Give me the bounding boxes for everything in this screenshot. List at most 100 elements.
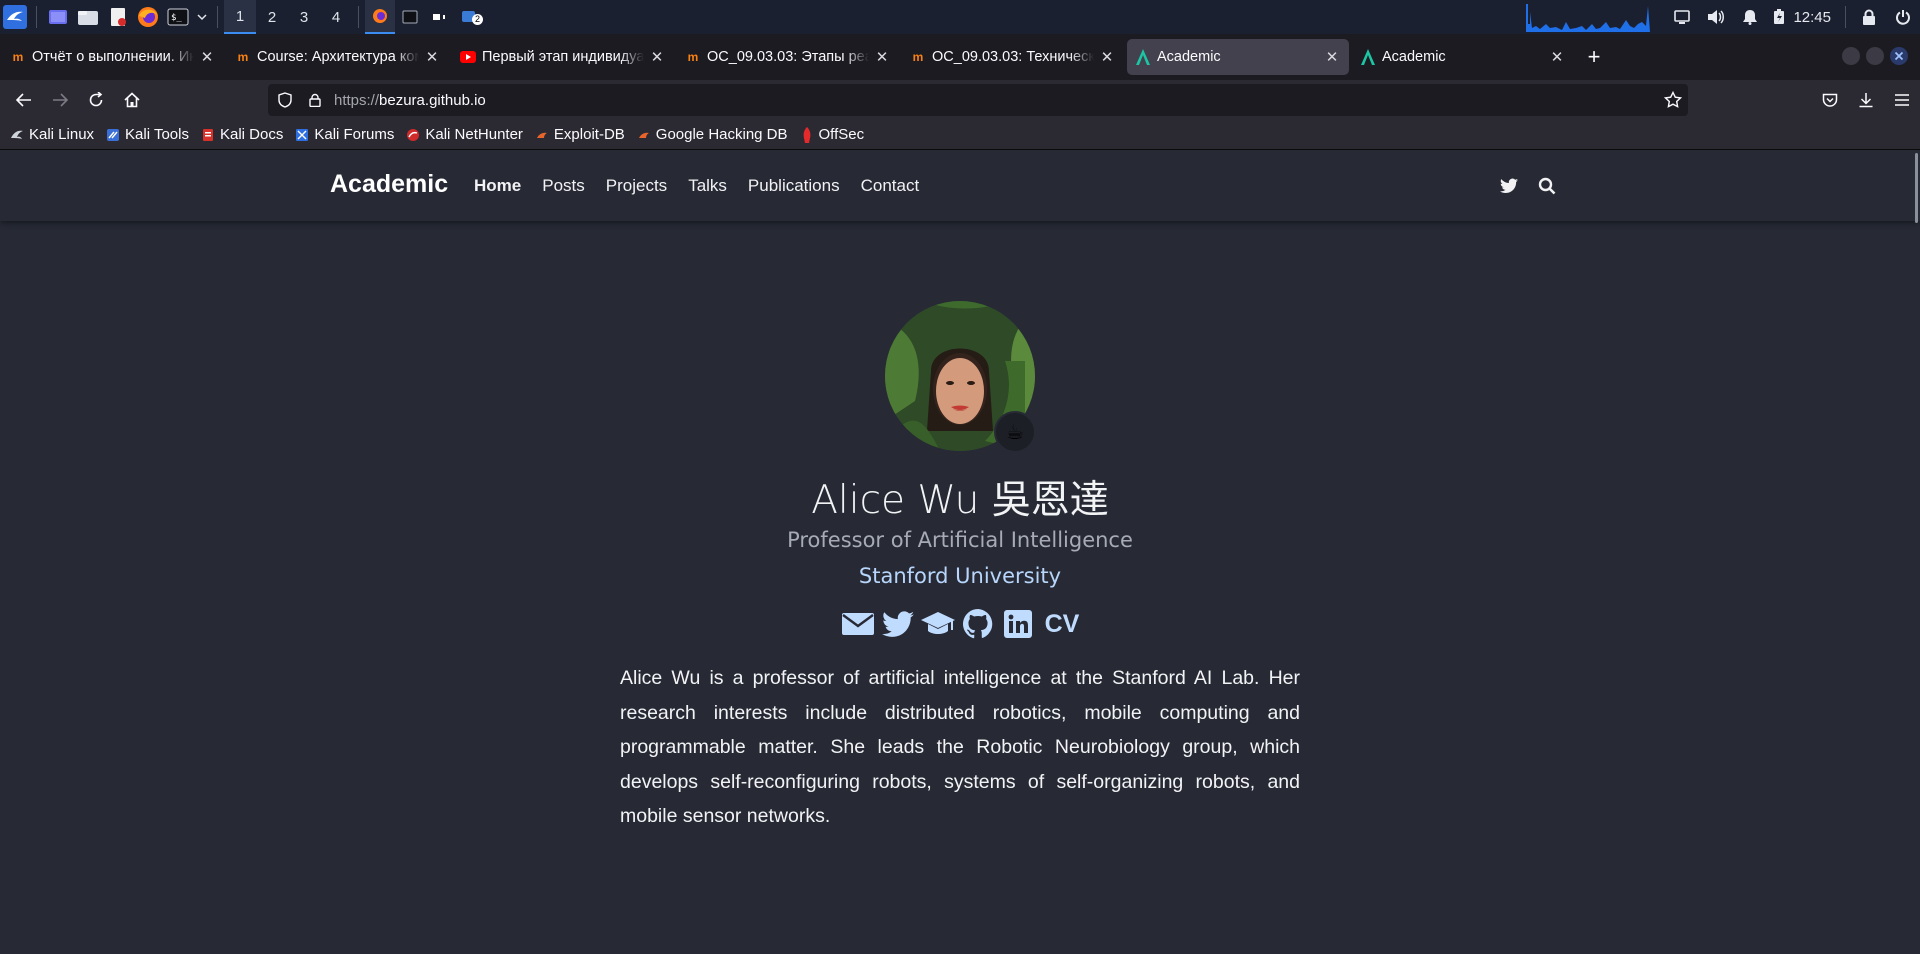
bookmark-label: Google Hacking DB xyxy=(655,126,788,143)
workspace-2[interactable]: 2 xyxy=(256,0,288,34)
firefox-icon[interactable] xyxy=(133,0,163,34)
twitter-icon[interactable] xyxy=(1490,174,1528,198)
bookmark-kali-linux[interactable]: Kali Linux xyxy=(10,126,94,143)
browser-tab[interactable]: Первый этап индивидуал ✕ xyxy=(452,39,674,75)
close-icon[interactable]: ✕ xyxy=(198,48,216,66)
site-brand[interactable]: Academic xyxy=(330,170,448,199)
cv-icon[interactable]: CV xyxy=(1042,606,1082,642)
bookmark-kali-tools[interactable]: Kali Tools xyxy=(106,126,189,143)
lock-icon[interactable] xyxy=(302,93,328,107)
browser-tab[interactable]: m ОС_09.03.03: Техническ ✕ xyxy=(902,39,1124,75)
menu-item-home[interactable]: Home xyxy=(474,176,521,196)
home-icon[interactable] xyxy=(114,84,150,116)
workspace-1[interactable]: 1 xyxy=(224,0,256,34)
menu-item-publications[interactable]: Publications xyxy=(748,176,840,196)
bookmark-exploit-db[interactable]: Exploit-DB xyxy=(535,126,625,143)
panel-separator xyxy=(36,6,37,28)
moodle-icon: m xyxy=(687,50,699,64)
workspace-3[interactable]: 3 xyxy=(288,0,320,34)
exploit-db-icon xyxy=(535,128,549,142)
browser-tab-selected[interactable]: Academic ✕ xyxy=(1127,39,1349,75)
bookmark-label: Kali Linux xyxy=(29,126,95,143)
show-desktop-icon[interactable] xyxy=(43,0,73,34)
browser-tab[interactable]: Academic ✕ xyxy=(1352,39,1574,75)
taskbar-window-icon[interactable] xyxy=(425,0,455,34)
moon-icon[interactable] xyxy=(1566,174,1604,198)
github-icon[interactable] xyxy=(958,606,998,642)
tab-title: Academic xyxy=(1382,49,1446,65)
url-protocol: https:// xyxy=(334,91,380,109)
search-icon[interactable] xyxy=(1528,174,1566,198)
display-icon[interactable] xyxy=(1665,0,1699,34)
url-bar[interactable]: https://bezura.github.io xyxy=(268,84,1688,116)
taskbar-firefox-icon[interactable] xyxy=(365,0,395,34)
youtube-icon xyxy=(460,49,476,65)
power-icon[interactable] xyxy=(1886,0,1920,34)
panel-separator xyxy=(358,6,359,28)
notification-bell-icon[interactable] xyxy=(1733,0,1767,34)
graduation-cap-icon[interactable] xyxy=(918,606,958,642)
svg-text:$_: $_ xyxy=(171,13,182,23)
text-editor-icon[interactable] xyxy=(103,0,133,34)
panel-separator xyxy=(1845,6,1846,28)
maximize-button[interactable] xyxy=(1866,47,1884,65)
menu-item-projects[interactable]: Projects xyxy=(606,176,667,196)
bookmark-kali-nethunter[interactable]: Kali NetHunter xyxy=(406,126,523,143)
reload-icon[interactable] xyxy=(78,84,114,116)
menu-item-posts[interactable]: Posts xyxy=(542,176,585,196)
profile-organization[interactable]: Stanford University xyxy=(0,564,1920,588)
battery-icon xyxy=(1767,0,1791,34)
scrollbar[interactable] xyxy=(1915,153,1918,223)
bookmark-star-icon[interactable] xyxy=(1663,90,1683,113)
file-manager-icon[interactable] xyxy=(73,0,103,34)
shield-icon[interactable] xyxy=(268,92,302,108)
minimize-button[interactable] xyxy=(1842,47,1860,65)
tab-title: ОС_09.03.03: Техническ xyxy=(932,49,1094,65)
close-icon[interactable]: ✕ xyxy=(1323,48,1341,66)
volume-icon[interactable] xyxy=(1699,0,1733,34)
kali-forums-icon xyxy=(295,128,309,142)
clock[interactable]: 12:45 xyxy=(1793,9,1831,26)
menu-item-talks[interactable]: Talks xyxy=(688,176,727,196)
kali-menu-icon[interactable] xyxy=(0,0,30,34)
pocket-icon[interactable] xyxy=(1812,84,1848,116)
site-navbar: Academic Home Posts Projects Talks Publi… xyxy=(0,151,1920,223)
window-close-button[interactable] xyxy=(1890,47,1908,65)
close-icon[interactable]: ✕ xyxy=(873,48,891,66)
bookmark-label: Kali NetHunter xyxy=(425,126,523,143)
hamburger-menu-icon[interactable] xyxy=(1884,84,1920,116)
download-icon[interactable] xyxy=(1848,84,1884,116)
linkedin-icon[interactable] xyxy=(998,606,1038,642)
workspace-4[interactable]: 4 xyxy=(320,0,352,34)
tab-title: Course: Архитектура ком xyxy=(257,49,419,65)
browser-tab[interactable]: m Отчёт о выполнении. Ин ✕ xyxy=(2,39,224,75)
twitter-icon[interactable] xyxy=(878,606,918,642)
new-tab-button[interactable]: + xyxy=(1577,40,1611,74)
taskbar-group-icon[interactable]: 2 xyxy=(455,0,485,34)
close-icon[interactable]: ✕ xyxy=(1098,48,1116,66)
close-icon[interactable]: ✕ xyxy=(1548,48,1566,66)
bookmark-offsec[interactable]: OffSec xyxy=(800,126,865,143)
envelope-icon[interactable] xyxy=(838,606,878,642)
url-text[interactable]: https://bezura.github.io xyxy=(334,92,486,109)
chevron-down-icon[interactable] xyxy=(193,0,211,34)
browser-tab[interactable]: m Course: Архитектура ком ✕ xyxy=(227,39,449,75)
bookmark-label: OffSec xyxy=(818,126,865,143)
moodle-icon: m xyxy=(12,50,24,64)
taskbar-terminal-icon[interactable] xyxy=(395,0,425,34)
bookmark-google-hacking-db[interactable]: Google Hacking DB xyxy=(637,126,788,143)
browser-tab[interactable]: m ОС_09.03.03: Этапы реал ✕ xyxy=(677,39,899,75)
bookmark-label: Exploit-DB xyxy=(553,126,625,143)
moodle-icon: m xyxy=(237,50,249,64)
bookmark-kali-forums[interactable]: Kali Forums xyxy=(295,126,394,143)
kali-tools-icon xyxy=(106,128,120,142)
lock-screen-icon[interactable] xyxy=(1852,0,1886,34)
bookmark-kali-docs[interactable]: Kali Docs xyxy=(201,126,283,143)
close-icon[interactable]: ✕ xyxy=(648,48,666,66)
forward-arrow-icon[interactable] xyxy=(42,84,78,116)
kali-dragon-icon xyxy=(10,128,24,142)
terminal-icon[interactable]: $_ xyxy=(163,0,193,34)
back-arrow-icon[interactable] xyxy=(6,84,42,116)
menu-item-contact[interactable]: Contact xyxy=(861,176,920,196)
close-icon[interactable]: ✕ xyxy=(423,48,441,66)
